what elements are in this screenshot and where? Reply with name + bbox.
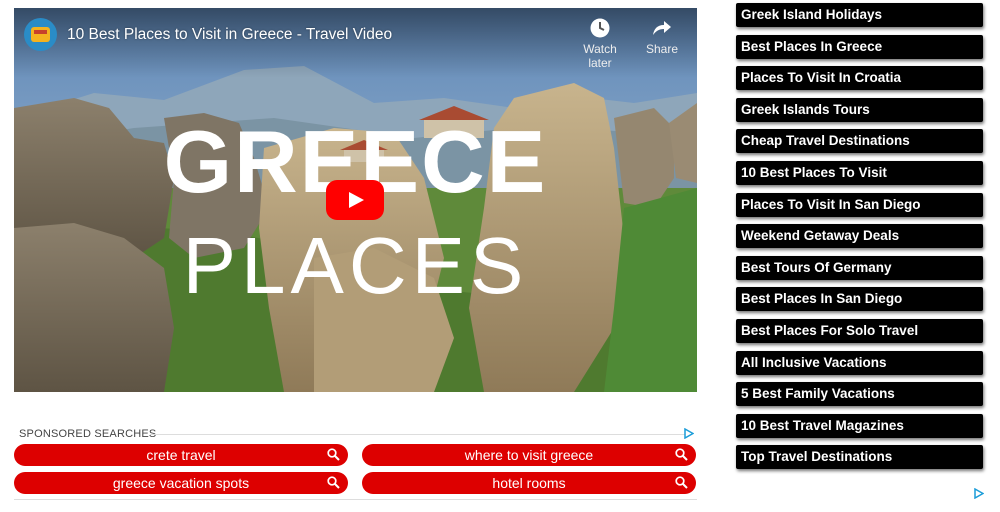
ad-link-5-best-family-vacations[interactable]: 5 Best Family Vacations (736, 382, 983, 407)
sponsored-search-where-to-visit-greece[interactable]: where to visit greece (362, 444, 696, 466)
watch-later-button[interactable]: Watch later (570, 17, 630, 70)
sponsored-search-greece-vacation-spots[interactable]: greece vacation spots (14, 472, 348, 494)
ad-link-all-inclusive-vacations[interactable]: All Inclusive Vacations (736, 350, 983, 375)
ad-link-best-tours-of-germany[interactable]: Best Tours Of Germany (736, 255, 983, 280)
video-player[interactable]: 10 Best Places to Visit in Greece - Trav… (14, 8, 697, 392)
divider (14, 499, 697, 500)
search-icon (327, 448, 340, 461)
ad-link-weekend-getaway-deals[interactable]: Weekend Getaway Deals (736, 224, 983, 249)
share-label: Share (645, 42, 679, 56)
ad-choices-icon[interactable] (684, 428, 694, 439)
watch-later-label: Watch later (583, 42, 617, 70)
search-pill-label: hotel rooms (492, 475, 566, 491)
sponsored-search-crete-travel[interactable]: crete travel (14, 444, 348, 466)
search-icon (675, 448, 688, 461)
share-button[interactable]: Share (632, 17, 692, 56)
thumbnail-title-line2: PLACES (182, 221, 529, 310)
ad-link-best-places-in-greece[interactable]: Best Places In Greece (736, 34, 983, 59)
video-title[interactable]: 10 Best Places to Visit in Greece - Trav… (67, 26, 392, 44)
ad-link-cheap-travel-destinations[interactable]: Cheap Travel Destinations (736, 129, 983, 154)
sponsored-search-hotel-rooms[interactable]: hotel rooms (362, 472, 696, 494)
ad-choices-icon[interactable] (974, 488, 984, 499)
search-icon (327, 476, 340, 489)
share-arrow-icon (653, 21, 671, 35)
ad-link-greek-islands-tours[interactable]: Greek Islands Tours (736, 97, 983, 122)
ad-link-best-places-in-san-diego[interactable]: Best Places In San Diego (736, 287, 983, 312)
ad-link-places-to-visit-in-croatia[interactable]: Places To Visit In Croatia (736, 66, 983, 91)
divider (150, 434, 685, 435)
sponsored-searches-heading: SPONSORED SEARCHES (19, 428, 157, 440)
clock-icon (590, 18, 610, 38)
search-pill-label: crete travel (146, 447, 216, 463)
ad-link-places-to-visit-in-san-diego[interactable]: Places To Visit In San Diego (736, 192, 983, 217)
ad-link-10-best-places-to-visit[interactable]: 10 Best Places To Visit (736, 161, 983, 185)
ad-link-top-travel-destinations[interactable]: Top Travel Destinations (736, 445, 983, 470)
ad-link-greek-island-holidays[interactable]: Greek Island Holidays (736, 3, 983, 27)
channel-avatar[interactable] (24, 18, 57, 51)
search-pill-label: greece vacation spots (112, 475, 250, 491)
ad-link-10-best-travel-magazines[interactable]: 10 Best Travel Magazines (736, 413, 983, 438)
ad-link-best-places-for-solo-travel[interactable]: Best Places For Solo Travel (736, 319, 983, 343)
video-header-overlay: 10 Best Places to Visit in Greece - Trav… (14, 8, 697, 78)
search-pill-label: where to visit greece (464, 447, 594, 463)
play-icon[interactable] (326, 180, 384, 220)
search-icon (675, 476, 688, 489)
